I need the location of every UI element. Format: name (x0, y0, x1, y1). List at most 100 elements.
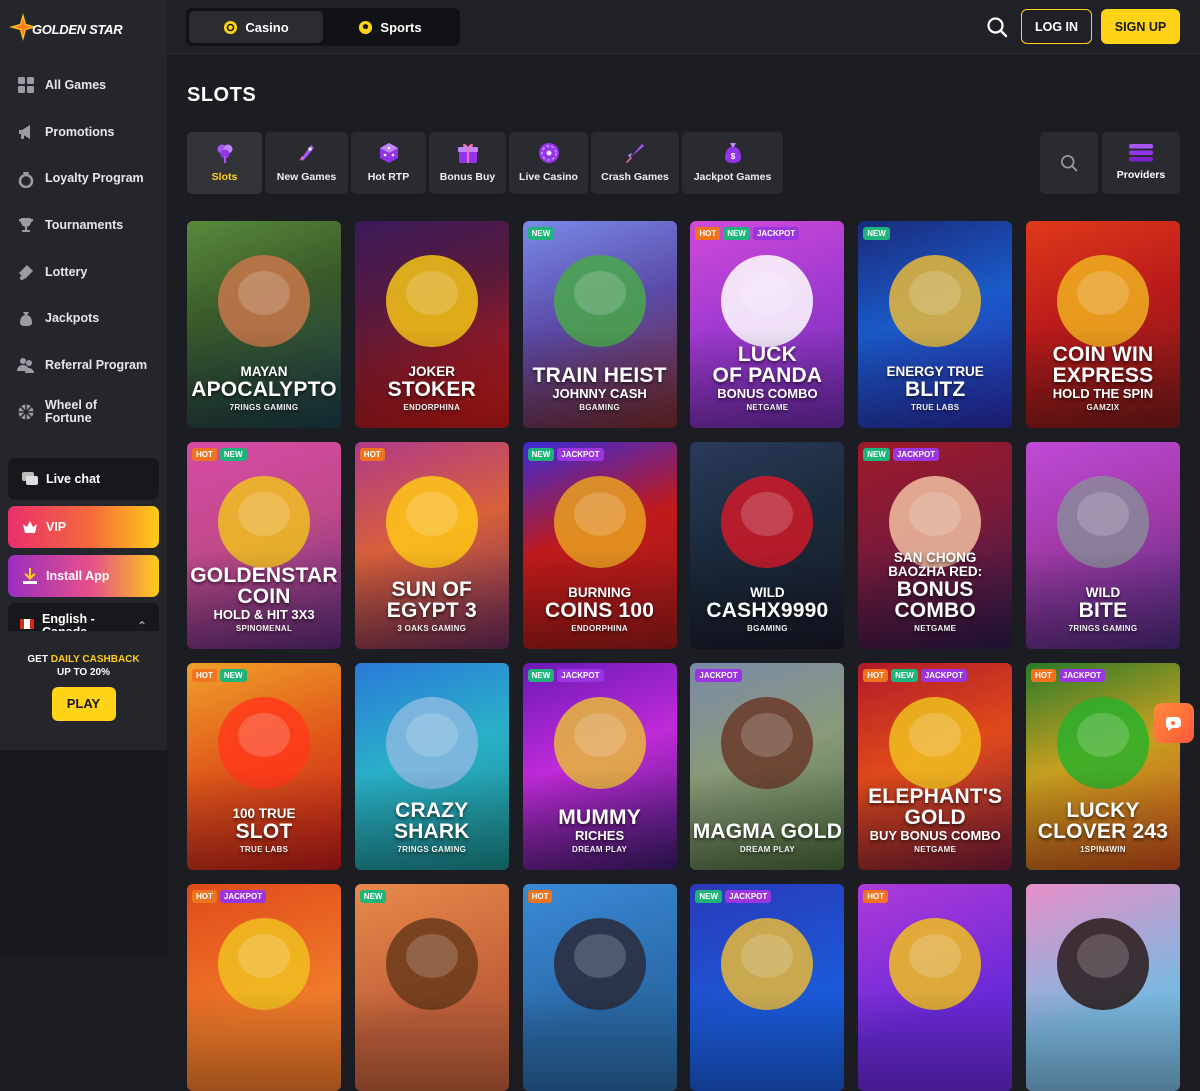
sidebar-item-tournaments[interactable]: Tournaments (0, 202, 167, 249)
sidebar-item-all-games[interactable]: All Games (0, 62, 167, 109)
badge-new: NEW (891, 669, 918, 682)
game-tile[interactable]: HOT (522, 884, 677, 1091)
game-provider: TRUE LABS (910, 403, 960, 412)
badge-row: NEW (527, 227, 555, 240)
game-tile[interactable]: NEW TRAIN HEIST JOHNNY CASH BGAMING (522, 221, 677, 428)
game-provider: GAMZIX (1086, 403, 1120, 412)
sidebar-item-label: Tournaments (45, 217, 124, 232)
game-tile[interactable]: NEW JACKPOT (690, 884, 845, 1091)
tab-casino[interactable]: Casino (189, 11, 323, 43)
sidebar-item-loyalty-program[interactable]: Loyalty Program (0, 155, 167, 202)
sidebar-item-promotions[interactable]: Promotions (0, 109, 167, 156)
game-tile[interactable]: MAYAN APOCALYPTO 7RINGS GAMING (187, 221, 341, 428)
game-tile[interactable]: CRAZY SHARK 7RINGS GAMING (354, 663, 509, 870)
live-chat-button[interactable]: Live chat (8, 458, 159, 500)
sidebar-item-label: All Games (45, 77, 107, 92)
game-tile[interactable]: NEW ENERGY TRUE BLITZ TRUE LABS (858, 221, 1013, 428)
vip-button[interactable]: VIP (8, 506, 159, 548)
sidebar-item-referral-program[interactable]: Referral Program (0, 342, 167, 389)
game-tile[interactable]: WILD CASHX9990 BGAMING (690, 442, 845, 649)
game-search-button[interactable] (1040, 132, 1098, 194)
sidebar-item-jackpots[interactable]: Jackpots (0, 295, 167, 342)
sidebar-item-label: Jackpots (45, 311, 100, 326)
game-tile[interactable]: HOT SUN OF EGYPT 3 3 OAKS GAMING (354, 442, 509, 649)
category-live-casino[interactable]: Live Casino (509, 132, 588, 194)
game-tile[interactable]: NEW (354, 884, 509, 1091)
badge-row: NEW JACKPOT (863, 448, 940, 461)
badge-hot: HOT (359, 448, 385, 461)
tab-sports[interactable]: Sports (323, 11, 457, 43)
game-title-main: LUCK OF PANDA (712, 343, 823, 387)
game-tile[interactable]: JOKER STOKER ENDORPHINA (354, 221, 509, 428)
language-selector[interactable]: English - Canada ⌃ (8, 603, 159, 631)
game-title-sub: RICHES (575, 828, 625, 843)
game-tile[interactable] (1025, 884, 1180, 1091)
game-title: TRAIN HEIST JOHNNY CASH BGAMING (523, 365, 677, 412)
game-title-top: MAYAN (240, 363, 288, 379)
game-title: MUMMY RICHES DREAM PLAY (523, 807, 677, 854)
providers-button[interactable]: Providers (1102, 132, 1180, 194)
category-crash-games[interactable]: Crash Games (591, 132, 679, 194)
live-chat-label: Live chat (46, 472, 101, 486)
brand-logo[interactable]: GOLDEN STAR (8, 10, 158, 44)
install-app-button[interactable]: Install App (8, 555, 159, 597)
cashback-play-button[interactable]: PLAY (51, 687, 116, 721)
canada-flag-icon (20, 619, 34, 629)
game-title: LUCKY CLOVER 243 1SPIN4WIN (1026, 800, 1180, 854)
badge-new: NEW (527, 669, 555, 682)
game-provider: SPINOMENAL (235, 624, 293, 633)
game-title-sub: HOLD & HIT 3X3 (213, 607, 315, 622)
category-jackpot-games[interactable]: $ Jackpot Games (682, 132, 783, 194)
users-icon (16, 355, 36, 375)
game-provider: 3 OAKS GAMING (397, 624, 467, 633)
game-tile[interactable]: HOT NEW GOLDENSTAR COIN HOLD & HIT 3X3 SPINO… (187, 442, 341, 649)
sidebar-item-label: Referral Program (45, 357, 148, 372)
game-title-top: ENERGY TRUE (886, 363, 984, 379)
sidebar-item-lottery[interactable]: Lottery (0, 249, 167, 296)
sidebar-item-wheel-of-fortune[interactable]: Wheel of Fortune (0, 389, 167, 436)
wheel-icon (16, 402, 36, 422)
category-hot-rtp[interactable]: Hot RTP (351, 132, 426, 194)
brand-name: GOLDEN STAR (32, 21, 123, 37)
cashback-line2: UP TO 20% (57, 667, 110, 678)
crash-rocket-icon (626, 144, 644, 163)
game-provider: BGAMING (747, 624, 788, 633)
game-tile[interactable]: NEW JACKPOT BURNING COINS 100 ENDORPHINA (522, 442, 677, 649)
tile-shade (522, 991, 677, 1091)
category-slots[interactable]: Slots (187, 132, 262, 194)
game-tile[interactable]: HOT (858, 884, 1013, 1091)
game-title-main: STOKER (387, 378, 476, 401)
badge-hot: HOT (192, 890, 217, 903)
game-title-top: WILD (750, 584, 785, 600)
game-tile[interactable]: HOT NEW JACKPOT ELEPHANT'S GOLD BUY BONUS CO… (858, 663, 1013, 870)
game-tile[interactable]: COIN WIN EXPRESS HOLD THE SPIN GAMZIX (1025, 221, 1180, 428)
login-button[interactable]: LOG IN (1021, 9, 1092, 44)
game-title-main: CRAZY SHARK (393, 799, 470, 843)
support-widget-button[interactable] (1154, 703, 1194, 743)
game-tile[interactable]: HOT NEW 100 TRUE SLOT TRUE LABS (187, 663, 341, 870)
game-title: CRAZY SHARK 7RINGS GAMING (355, 800, 509, 854)
sidebar-item-label: Promotions (45, 124, 115, 139)
badge-jackpot: JACKPOT (725, 890, 772, 903)
category-new-games[interactable]: New Games (265, 132, 348, 194)
badge-row: HOT NEW JACKPOT (695, 227, 800, 240)
game-tile[interactable]: WILD BITE 7RINGS GAMING (1025, 442, 1180, 649)
badge-new: NEW (723, 227, 750, 240)
signup-button[interactable]: SIGN UP (1101, 9, 1180, 44)
game-tile[interactable]: HOT NEW JACKPOT LUCK OF PANDA BONUS COMBO NET… (690, 221, 845, 428)
game-tile[interactable]: NEW JACKPOT MUMMY RICHES DREAM PLAY (522, 663, 677, 870)
badge-row: HOT NEW (192, 669, 247, 682)
game-title-top: SAN CHONG BAOZHA RED: (888, 550, 983, 579)
game-tile[interactable]: HOT JACKPOT (187, 884, 341, 1091)
tile-shade (354, 991, 509, 1091)
badge-new: NEW (527, 227, 555, 240)
category-bonus-buy[interactable]: Bonus Buy (429, 132, 506, 194)
game-tile[interactable]: NEW JACKPOT SAN CHONG BAOZHA RED: BONUS COM… (858, 442, 1013, 649)
search-icon[interactable] (985, 15, 1009, 39)
game-tile[interactable]: JACKPOT MAGMA GOLD DREAM PLAY (690, 663, 845, 870)
badge-hot: HOT (695, 227, 721, 240)
game-tile[interactable]: HOT JACKPOT LUCKY CLOVER 243 1SPIN4WIN (1025, 663, 1180, 870)
game-title-sub: JOHNNY CASH (552, 386, 647, 401)
badge-new: NEW (219, 669, 247, 682)
money-bag-icon (16, 309, 36, 329)
